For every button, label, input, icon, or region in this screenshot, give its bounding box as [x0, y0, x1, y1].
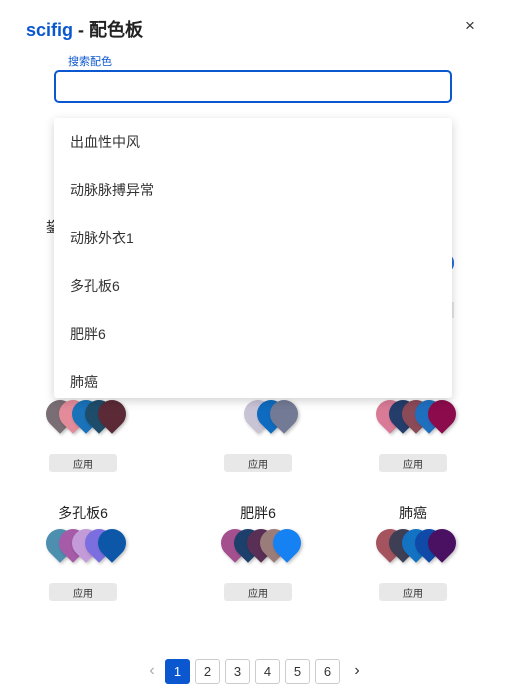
suggestion-item[interactable]: 多孔板6 [54, 262, 452, 310]
palette-name: 多孔板6 [58, 505, 108, 521]
suggestion-item[interactable]: 肥胖6 [54, 310, 452, 358]
palette-swatches [204, 394, 314, 446]
prev-page-icon[interactable]: ‹ [144, 661, 160, 681]
palette-swatches [29, 523, 139, 575]
page-6-button[interactable]: 6 [315, 659, 340, 684]
palette-card: 肺癌 应用 [333, 503, 493, 613]
search-input[interactable] [54, 70, 452, 103]
suggestion-item[interactable]: 肺癌 [54, 358, 452, 398]
apply-button[interactable]: 应用 [49, 454, 117, 472]
search-suggestions: 出血性中风 动脉脉搏异常 动脉外衣1 多孔板6 肥胖6 肺癌 [54, 118, 452, 398]
palette-swatches [359, 394, 469, 446]
search-field: 搜索配色 [54, 53, 452, 103]
palette-swatches [29, 394, 139, 446]
search-label: 搜索配色 [64, 53, 116, 69]
palette-swatches [204, 523, 314, 575]
page-3-button[interactable]: 3 [225, 659, 250, 684]
apply-button[interactable]: 应用 [379, 454, 447, 472]
apply-button[interactable]: 应用 [379, 583, 447, 601]
apply-button[interactable]: 应用 [49, 583, 117, 601]
palette-card: 多孔板6 应用 [3, 503, 163, 613]
pagination: ‹ › 123456 [140, 659, 370, 684]
palette-swatches [359, 523, 469, 575]
page-1-button[interactable]: 1 [165, 659, 190, 684]
page-4-button[interactable]: 4 [255, 659, 280, 684]
suggestion-item[interactable]: 动脉脉搏异常 [54, 166, 452, 214]
apply-button[interactable]: 应用 [224, 583, 292, 601]
page-5-button[interactable]: 5 [285, 659, 310, 684]
palette-card: 肥胖6 应用 [178, 503, 338, 613]
suggestion-item[interactable]: 动脉外衣1 [54, 214, 452, 262]
palette-name: 肺癌 [399, 505, 427, 521]
page-2-button[interactable]: 2 [195, 659, 220, 684]
apply-button[interactable]: 应用 [224, 454, 292, 472]
suggestion-item[interactable]: 出血性中风 [54, 118, 452, 166]
next-page-icon[interactable]: › [349, 661, 365, 681]
palette-name: 肥胖6 [240, 505, 276, 521]
